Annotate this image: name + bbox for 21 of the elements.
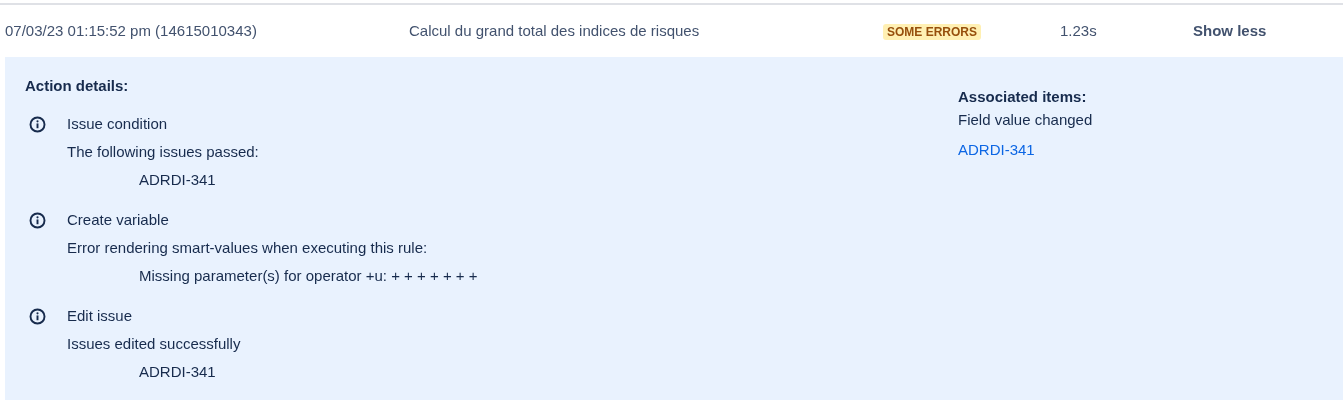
info-icon bbox=[29, 307, 46, 325]
section-heading: Action details: bbox=[25, 76, 130, 96]
timestamp: 07/03/23 01:15:52 pm (14615010343) bbox=[5, 21, 257, 39]
action-item: ADRDI-341 bbox=[138, 169, 217, 190]
event-name: Field value changed bbox=[958, 109, 1093, 130]
action-item: Missing parameter(s) for operator +u: + + + + + + + bbox=[138, 265, 478, 286]
info-icon bbox=[29, 115, 46, 133]
info-icon bbox=[29, 211, 46, 229]
issue-link[interactable]: ADRDI-341 bbox=[958, 141, 1035, 158]
status-badge: SOME ERRORS bbox=[883, 23, 981, 40]
duration: 1.23s bbox=[1060, 21, 1097, 39]
action-title: Issue condition bbox=[67, 113, 169, 134]
rule-name: Calcul du grand total des indices de risques bbox=[409, 21, 700, 39]
action-message: Error rendering smart-values when executing this rule: bbox=[67, 237, 429, 258]
section-heading: Associated items: bbox=[958, 87, 1088, 107]
show-less-link[interactable]: Show less bbox=[1193, 21, 1267, 39]
action-message: Issues edited successfully bbox=[67, 333, 241, 354]
action-message: The following issues passed: bbox=[67, 141, 259, 162]
action-title: Create variable bbox=[67, 209, 170, 230]
action-item: ADRDI-341 bbox=[138, 361, 217, 382]
action-title: Edit issue bbox=[67, 305, 134, 326]
